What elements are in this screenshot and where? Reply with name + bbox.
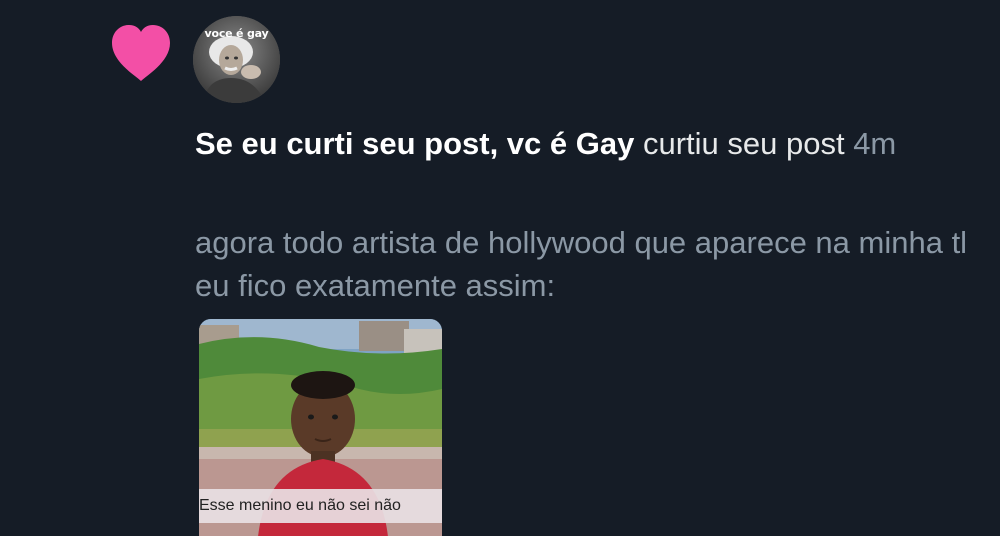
avatar[interactable]: voce é gay [193,16,280,103]
post-media[interactable]: Esse menino eu não sei não [199,319,442,536]
like-notification[interactable]: voce é gay Se eu curti seu post, vc é Ga… [0,0,1000,536]
timestamp: 4m [853,126,897,161]
user-name[interactable]: Se eu curti seu post, vc é Gay [195,126,634,161]
post-text[interactable]: agora todo artista de hollywood que apar… [195,221,975,307]
notification-headline: Se eu curti seu post, vc é Gay curtiu se… [195,122,955,165]
action-text: curtiu seu post [634,126,845,161]
media-caption: Esse menino eu não sei não [199,489,442,523]
avatar-caption: voce é gay [204,27,269,40]
heart-icon [112,25,170,81]
